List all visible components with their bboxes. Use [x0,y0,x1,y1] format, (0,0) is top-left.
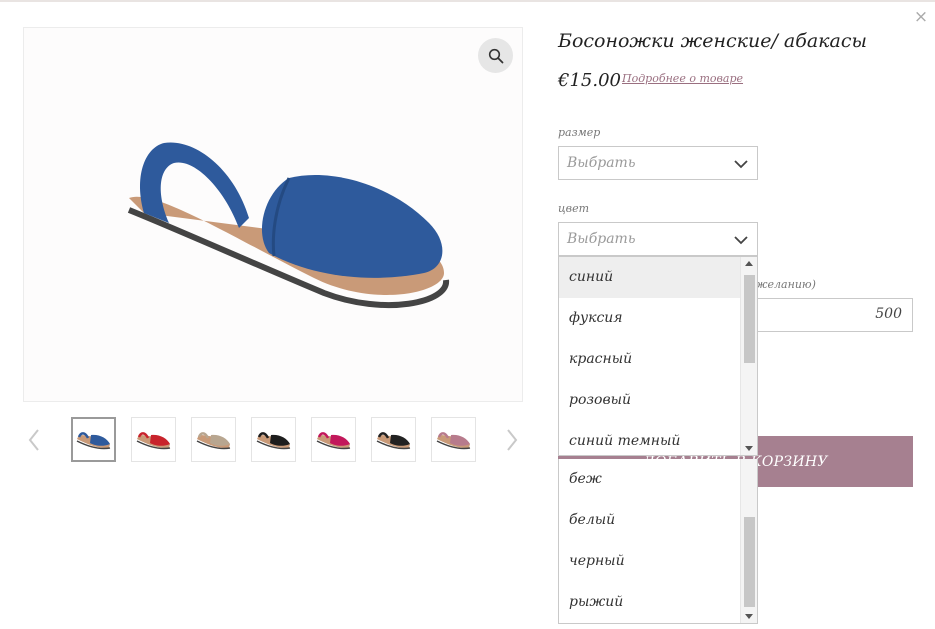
color-select-value: Выбрать [567,231,636,247]
sandal-thumb-image [256,431,290,449]
product-title: Босоножки женские/ абакасы [558,30,867,52]
sandal-thumb-image [76,431,110,449]
thumbnail-fuchsia[interactable] [311,417,356,462]
color-option[interactable]: розовый [559,380,741,421]
chevron-down-icon [734,160,748,169]
color-option[interactable]: рыжий [559,582,741,623]
quantity-label: желанию) [755,278,816,291]
product-details-link[interactable]: Подробнее о товаре [622,72,743,85]
sandal-illustration [127,142,449,309]
thumbnail-beige[interactable] [191,417,236,462]
color-option[interactable]: фуксия [559,298,741,339]
sandal-thumb-image [376,431,410,449]
product-image [23,27,523,402]
size-label: размер [558,126,601,139]
color-dropdown-list[interactable]: синий фуксия красный розовый синий темный [558,256,758,456]
top-border [0,0,935,2]
size-select-value: Выбрать [567,155,636,171]
sandal-thumb-image [136,431,170,449]
dropdown-scrollbar[interactable] [740,257,757,455]
thumbnail-black[interactable] [251,417,296,462]
color-option[interactable]: синий темный [559,421,741,462]
size-select[interactable]: Выбрать [558,146,758,180]
color-option[interactable]: синий [559,257,741,298]
thumbnail-strip [23,417,523,463]
color-option[interactable]: белый [559,500,741,541]
sandal-thumb-image [196,431,230,449]
search-icon [488,48,503,63]
sandal-thumb-image [436,431,470,449]
thumbnail-black[interactable] [371,417,416,462]
color-option[interactable]: красный [559,339,741,380]
dropdown-scrollbar-lower[interactable] [740,459,757,623]
chevron-down-icon [734,236,748,245]
sandal-thumb-image [316,431,350,449]
quantity-value: 500 [875,306,902,322]
prev-arrow-icon[interactable] [23,425,45,455]
product-price: €15.00 [558,70,621,91]
color-option[interactable]: беж [559,459,741,500]
color-dropdown-list-lower[interactable]: беж белый черный рыжий [558,459,758,624]
next-arrow-icon[interactable] [501,425,523,455]
color-select[interactable]: Выбрать [558,222,758,256]
quantity-input[interactable]: 500 [755,298,913,332]
color-option[interactable]: черный [559,541,741,582]
zoom-button[interactable] [478,38,513,73]
thumbnail-red[interactable] [131,417,176,462]
thumbnail-blue[interactable] [71,417,116,462]
close-icon[interactable]: × [913,9,929,26]
thumbnail-pink[interactable] [431,417,476,462]
color-label: цвет [558,202,590,215]
